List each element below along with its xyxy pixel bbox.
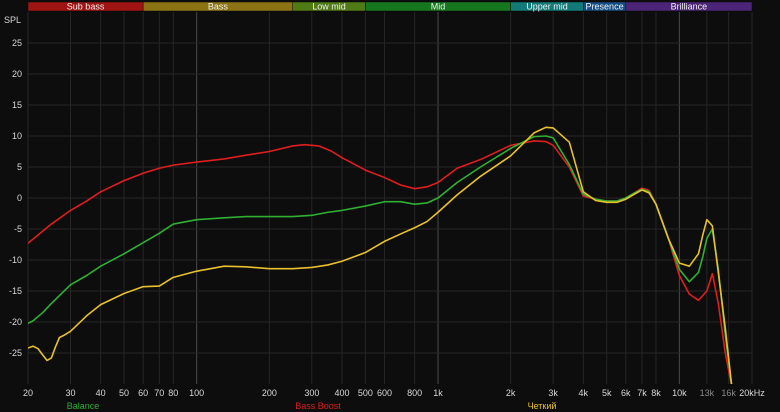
legend-item-3: Четкий [528, 401, 557, 411]
y-tick-0: 0 [17, 193, 22, 203]
y-tick-15: 15 [12, 100, 22, 110]
y-axis-ticks: 25 20 15 10 5 0 -5 -10 -15 -20 -25 [9, 38, 22, 358]
y-tick--20: -20 [9, 317, 22, 327]
x-tick-8k: 8k [651, 388, 661, 398]
x-tick-7k: 7k [637, 388, 647, 398]
x-tick-1k: 1k [433, 388, 443, 398]
frequency-band-header: Sub bass Bass Low mid Mid Upper mid Presence B… [27, 2, 753, 12]
x-tick-70: 70 [154, 388, 164, 398]
y-axis-label: SPL [4, 15, 21, 25]
legend-item-1: Balance [67, 401, 100, 411]
band-label-bass: Bass [208, 2, 229, 12]
y-tick-10: 10 [12, 131, 22, 141]
x-tick-6k: 6k [621, 388, 631, 398]
x-tick-60: 60 [138, 388, 148, 398]
x-tick-500: 500 [358, 388, 373, 398]
x-tick-3k: 3k [548, 388, 558, 398]
x-tick-16k: 16k [721, 388, 736, 398]
band-label-upper-mid: Upper mid [526, 2, 568, 12]
y-tick-20: 20 [12, 69, 22, 79]
x-tick-20: 20 [23, 388, 33, 398]
x-tick-800: 800 [407, 388, 422, 398]
y-tick-25: 25 [12, 38, 22, 48]
y-tick-5: 5 [17, 162, 22, 172]
band-label-sub-bass: Sub bass [67, 2, 105, 12]
x-tick-5k: 5k [602, 388, 612, 398]
x-tick-2k: 2k [506, 388, 516, 398]
x-tick-50: 50 [119, 388, 129, 398]
frequency-response-chart: Sub bass Bass Low mid Mid Upper mid Presence B… [4, 2, 765, 412]
y-tick--25: -25 [9, 348, 22, 358]
x-tick-400: 400 [334, 388, 349, 398]
x-tick-100: 100 [189, 388, 204, 398]
x-tick-40: 40 [96, 388, 106, 398]
x-axis-ticks: 20 30 40 50 60 70 80 100 200 300 400 500 600 800 1k 2k 3… [23, 388, 765, 398]
y-tick--15: -15 [9, 286, 22, 296]
x-tick-13k: 13k [700, 388, 715, 398]
band-label-presence: Presence [586, 2, 624, 12]
y-tick--10: -10 [9, 255, 22, 265]
x-tick-20kHz: 20kHz [739, 388, 765, 398]
band-label-mid: Mid [431, 2, 446, 12]
x-tick-300: 300 [304, 388, 319, 398]
legend-item-2: Bass Boost [295, 401, 341, 411]
band-label-brilliance: Brilliance [671, 2, 708, 12]
x-tick-30: 30 [65, 388, 75, 398]
x-tick-4k: 4k [579, 388, 589, 398]
x-tick-80: 80 [168, 388, 178, 398]
band-label-low-mid: Low mid [312, 2, 346, 12]
x-tick-10k: 10k [672, 388, 687, 398]
x-tick-200: 200 [262, 388, 277, 398]
grid [27, 12, 753, 384]
x-tick-600: 600 [377, 388, 392, 398]
y-tick--5: -5 [14, 224, 22, 234]
legend: Balance Bass Boost Четкий [67, 401, 557, 411]
